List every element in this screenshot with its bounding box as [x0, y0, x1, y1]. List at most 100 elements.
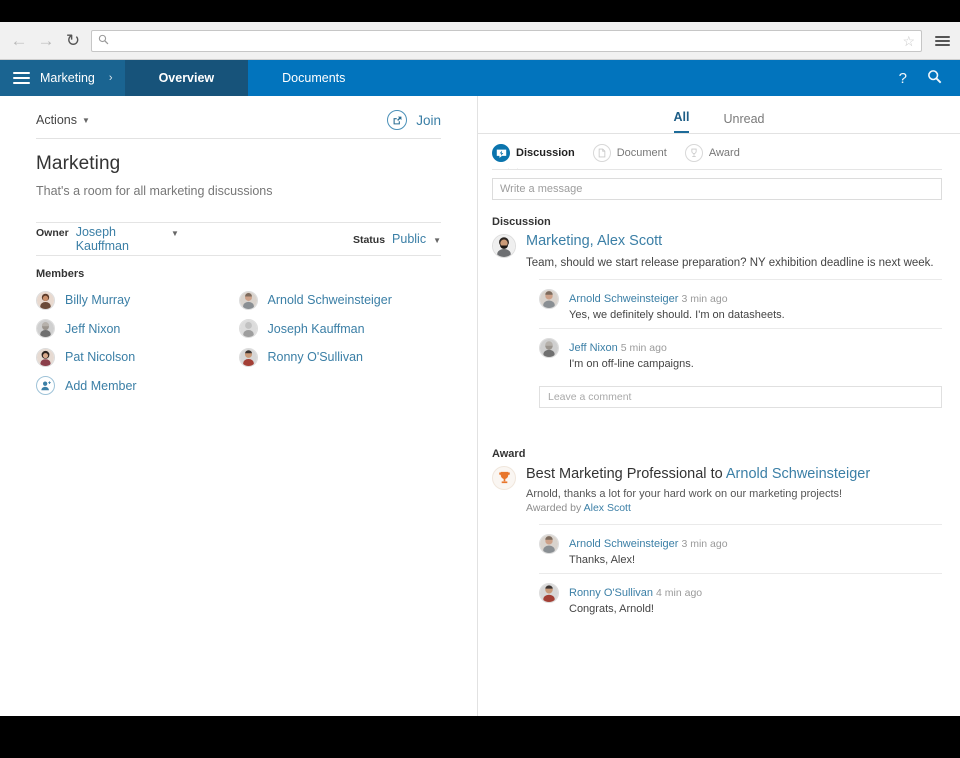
join-button[interactable]: Join [387, 110, 441, 130]
actions-dropdown[interactable]: Actions ▼ [36, 113, 90, 127]
owner-label: Owner [36, 227, 69, 239]
composer-tab-discussion[interactable]: Discussion [492, 144, 575, 162]
add-member-button[interactable]: Add Member [36, 372, 239, 401]
browser-menu-icon[interactable] [935, 35, 950, 46]
nav-actions: ? [898, 60, 960, 96]
join-label: Join [416, 112, 441, 128]
avatar [492, 234, 516, 258]
avatar [36, 347, 55, 367]
join-external-link-icon [387, 110, 408, 130]
list-item[interactable]: Joseph Kauffman [238, 315, 442, 344]
comment-time: 3 min ago [681, 537, 728, 550]
brand-breadcrumb[interactable]: Marketing › [0, 60, 125, 96]
owner-value[interactable]: Joseph Kauffman [76, 225, 164, 253]
member-name[interactable]: Billy Murray [65, 293, 130, 307]
post-author[interactable]: Alex Scott [597, 233, 662, 249]
post-main: Marketing, Alex Scott Team, should we st… [526, 233, 942, 269]
member-name[interactable]: Joseph Kauffman [268, 322, 365, 336]
hamburger-menu-icon[interactable] [13, 72, 30, 84]
avatar [539, 337, 559, 358]
tab-unread[interactable]: Unread [723, 112, 764, 133]
award-header: Best Marketing Professional to Arnold Sc… [492, 465, 942, 514]
award-recipient[interactable]: Arnold Schweinsteiger [726, 466, 870, 482]
trophy-icon [492, 465, 516, 490]
room-description: That's a room for all marketing discussi… [36, 184, 273, 198]
address-bar[interactable]: ☆ [91, 29, 922, 52]
composer-tab-document[interactable]: Document [592, 144, 667, 162]
help-icon[interactable]: ? [899, 70, 907, 87]
forward-button[interactable]: → [37, 32, 55, 50]
comment-author[interactable]: Jeff Nixon [569, 342, 618, 354]
feed-list: Discussion Marketing, Alex Scott Team, s… [478, 216, 960, 622]
members-list: Billy Murray Arnold Schweinsteiger Jeff … [36, 286, 441, 400]
comment-item: Arnold Schweinsteiger 3 min ago Yes, we d… [539, 278, 942, 328]
comment-item: Arnold Schweinsteiger 3 min ago Thanks, A… [539, 523, 942, 573]
section-header-award: Award [492, 447, 526, 460]
tab-documents[interactable]: Documents [248, 60, 379, 96]
comment-item: Jeff Nixon 5 min ago I'm on off-line camp… [539, 327, 942, 377]
member-name[interactable]: Jeff Nixon [65, 322, 120, 336]
list-item[interactable]: Arnold Schweinsteiger [238, 286, 442, 315]
awarded-by-name[interactable]: Alex Scott [584, 502, 631, 514]
message-input[interactable]: Write a message [492, 178, 942, 200]
avatar [539, 288, 559, 309]
comment-author[interactable]: Arnold Schweinsteiger [569, 293, 678, 305]
post-body: Team, should we start release preparatio… [526, 256, 934, 269]
breadcrumb-label: Marketing [40, 71, 95, 85]
comment-text: Congrats, Arnold! [569, 602, 654, 615]
award-body: Arnold, thanks a lot for your hard work … [526, 487, 843, 500]
room-details-panel: Actions ▼ Join Marketing That's a room f… [0, 96, 478, 716]
award-to-label: to [710, 465, 723, 482]
section-header-discussion: Discussion [492, 216, 551, 228]
chevron-down-icon[interactable]: ▼ [171, 229, 179, 238]
post-room[interactable]: Marketing, [526, 233, 594, 249]
chevron-down-icon[interactable]: ▼ [433, 236, 441, 245]
comment-main: Ronny O'Sullivan 4 min ago Congrats, Arno… [569, 583, 702, 615]
status-value[interactable]: Public [392, 232, 426, 246]
nav-spacer [379, 60, 899, 96]
reload-icon[interactable]: ↻ [64, 32, 82, 50]
star-icon[interactable]: ☆ [902, 34, 915, 48]
comment-meta: Arnold Schweinsteiger 3 min ago [569, 534, 728, 552]
award-main: Best Marketing Professional to Arnold Sc… [526, 466, 942, 514]
award-by: Awarded by Alex Scott [526, 502, 942, 514]
member-name[interactable]: Pat Nicolson [65, 350, 135, 364]
add-user-icon [36, 376, 55, 396]
list-item[interactable]: Billy Murray [36, 286, 239, 315]
post-title[interactable]: Marketing, Alex Scott [526, 233, 942, 250]
avatar [36, 319, 55, 339]
feed-tabs: All Unread [478, 96, 960, 134]
comment-text: Thanks, Alex! [569, 553, 636, 566]
composer-type-tabs: Discussion Document Award [492, 144, 942, 162]
member-name[interactable]: Arnold Schweinsteiger [268, 293, 392, 307]
screen-bottom-bar [0, 716, 960, 758]
avatar [539, 582, 559, 603]
list-item[interactable]: Ronny O'Sullivan [238, 343, 442, 372]
owner-field[interactable]: Owner Joseph Kauffman ▼ [36, 225, 179, 253]
comment-meta: Jeff Nixon 5 min ago [569, 338, 694, 356]
avatar [238, 290, 258, 310]
composer-tab-label: Document [616, 147, 667, 159]
list-item[interactable]: Jeff Nixon [36, 315, 239, 344]
comment-item: Ronny O'Sullivan 4 min ago Congrats, Arno… [539, 572, 942, 622]
page-title: Marketing [36, 153, 121, 174]
comment-author[interactable]: Arnold Schweinsteiger [569, 538, 678, 550]
comment-list: Arnold Schweinsteiger 3 min ago Yes, we d… [539, 278, 942, 377]
comment-input[interactable]: Leave a comment [539, 385, 942, 408]
comment-author[interactable]: Ronny O'Sullivan [569, 587, 653, 599]
tab-overview[interactable]: Overview [124, 60, 249, 96]
composer-tab-label: Award [708, 147, 740, 159]
discussion-post: Marketing, Alex Scott Team, should we st… [492, 233, 942, 408]
list-item[interactable]: Pat Nicolson [36, 343, 239, 372]
composer-tab-award[interactable]: Award [684, 144, 740, 162]
back-button[interactable]: ← [10, 32, 28, 50]
tab-all[interactable]: All [673, 110, 690, 133]
award-title: Best Marketing Professional to Arnold Sc… [526, 466, 942, 482]
room-meta-row: Owner Joseph Kauffman ▼ Status Public ▼ [36, 222, 441, 256]
member-name[interactable]: Ronny O'Sullivan [268, 350, 364, 364]
add-member-label: Add Member [65, 378, 137, 393]
award-post: Best Marketing Professional to Arnold Sc… [492, 465, 942, 622]
status-field[interactable]: Status Public ▼ [353, 232, 441, 246]
comment-meta: Arnold Schweinsteiger 3 min ago [569, 289, 785, 307]
search-icon[interactable] [927, 69, 942, 88]
